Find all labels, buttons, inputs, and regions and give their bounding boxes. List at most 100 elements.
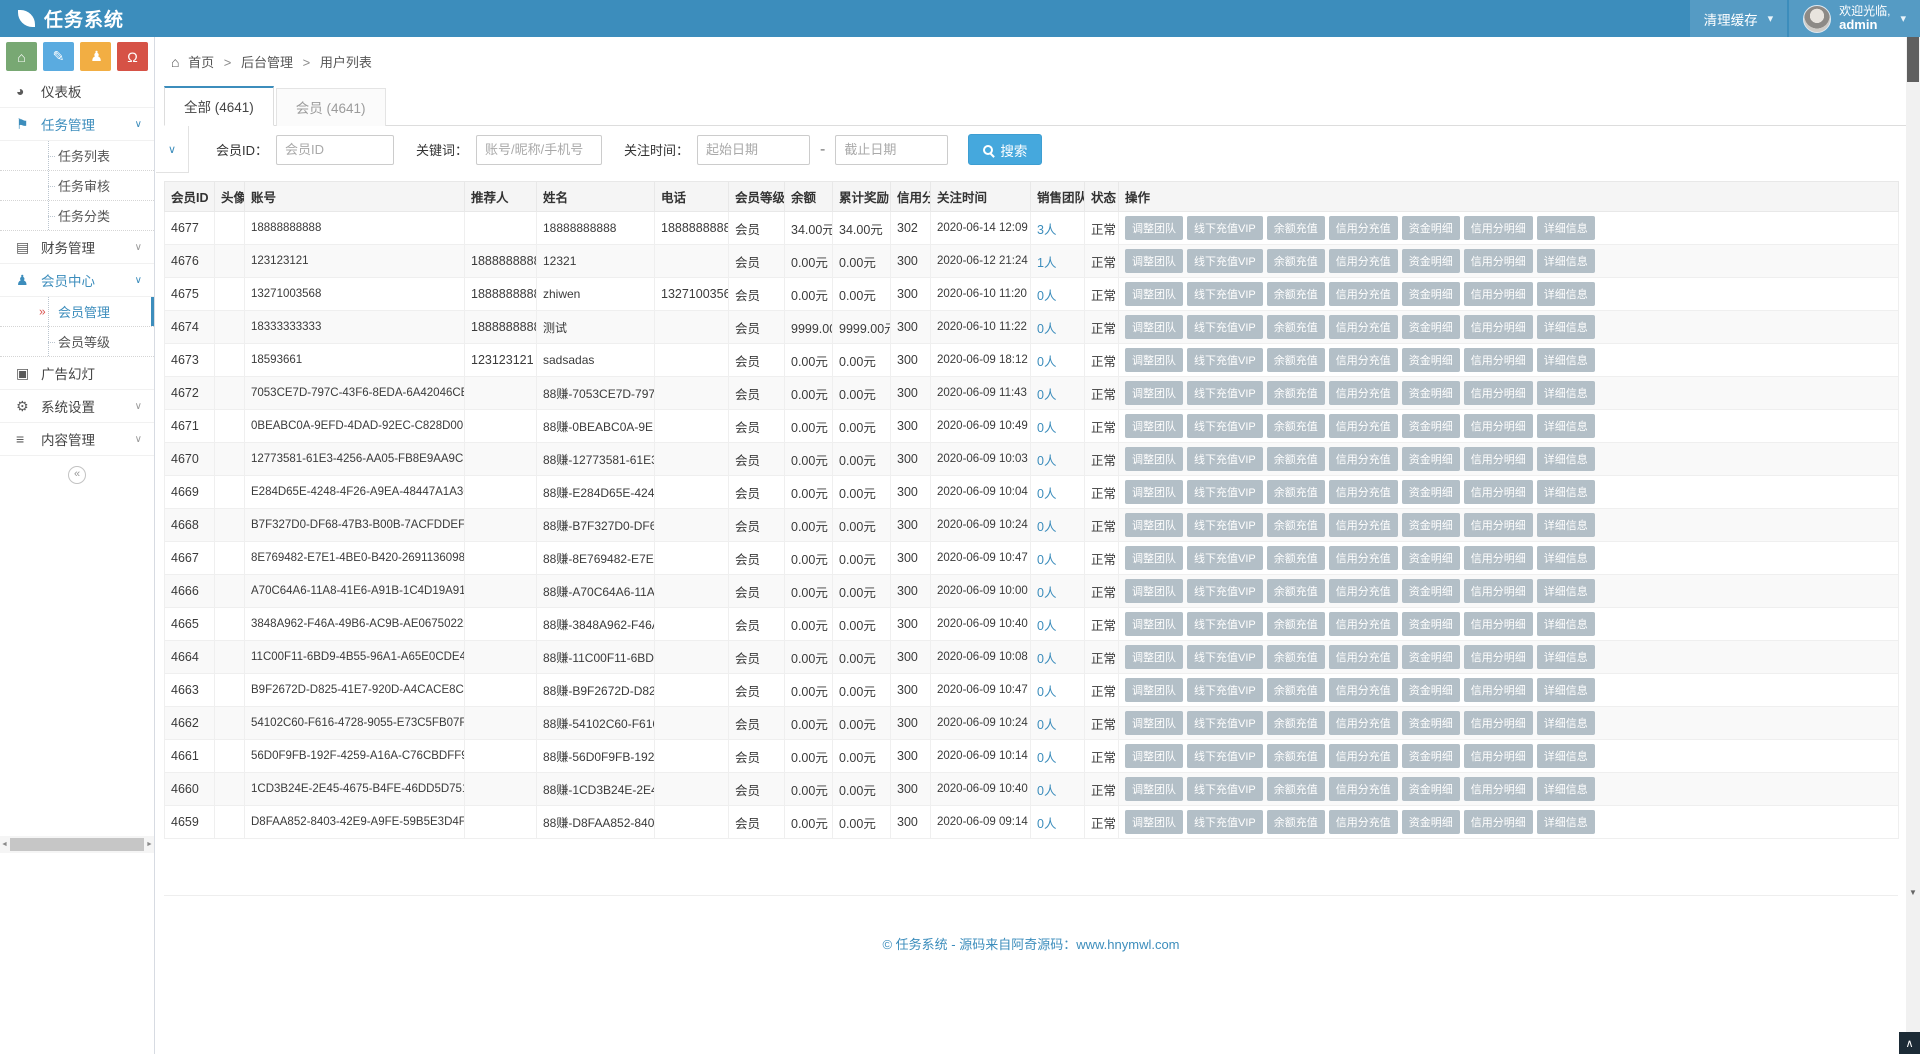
row-action-button[interactable]: 信用分充值 xyxy=(1329,315,1398,339)
row-action-button[interactable]: 信用分充值 xyxy=(1329,348,1398,372)
row-action-button[interactable]: 调整团队 xyxy=(1125,546,1183,570)
team-count-link[interactable]: 3人 xyxy=(1037,223,1056,237)
row-action-button[interactable]: 余额充值 xyxy=(1267,612,1325,636)
row-action-button[interactable]: 详细信息 xyxy=(1537,447,1595,471)
sidebar-item-member-center[interactable]: 会员中心 xyxy=(0,264,154,297)
row-action-button[interactable]: 详细信息 xyxy=(1537,810,1595,834)
team-count-link[interactable]: 0人 xyxy=(1037,685,1056,699)
user-menu-dropdown[interactable]: 欢迎光临, admin xyxy=(1789,0,1920,37)
row-action-button[interactable]: 资金明细 xyxy=(1402,348,1460,372)
row-action-button[interactable]: 资金明细 xyxy=(1402,447,1460,471)
home-icon[interactable] xyxy=(6,42,37,71)
row-action-button[interactable]: 信用分明细 xyxy=(1464,513,1533,537)
row-action-button[interactable]: 线下充值VIP xyxy=(1187,645,1263,669)
row-action-button[interactable]: 余额充值 xyxy=(1267,777,1325,801)
row-action-button[interactable]: 余额充值 xyxy=(1267,744,1325,768)
row-action-button[interactable]: 详细信息 xyxy=(1537,480,1595,504)
row-action-button[interactable]: 信用分明细 xyxy=(1464,282,1533,306)
row-action-button[interactable]: 详细信息 xyxy=(1537,744,1595,768)
row-action-button[interactable]: 调整团队 xyxy=(1125,348,1183,372)
row-action-button[interactable]: 详细信息 xyxy=(1537,513,1595,537)
row-action-button[interactable]: 详细信息 xyxy=(1537,546,1595,570)
row-action-button[interactable]: 信用分明细 xyxy=(1464,744,1533,768)
team-count-link[interactable]: 0人 xyxy=(1037,454,1056,468)
row-action-button[interactable]: 资金明细 xyxy=(1402,711,1460,735)
row-action-button[interactable]: 信用分充值 xyxy=(1329,513,1398,537)
row-action-button[interactable]: 详细信息 xyxy=(1537,612,1595,636)
sidebar-collapse-button[interactable] xyxy=(68,466,86,484)
row-action-button[interactable]: 线下充值VIP xyxy=(1187,513,1263,537)
row-action-button[interactable]: 信用分充值 xyxy=(1329,414,1398,438)
row-action-button[interactable]: 线下充值VIP xyxy=(1187,480,1263,504)
team-count-link[interactable]: 0人 xyxy=(1037,652,1056,666)
row-action-button[interactable]: 信用分明细 xyxy=(1464,678,1533,702)
row-action-button[interactable]: 详细信息 xyxy=(1537,282,1595,306)
footer-link[interactable]: www.hnymwl.com xyxy=(1076,937,1179,952)
row-action-button[interactable]: 信用分充值 xyxy=(1329,777,1398,801)
row-action-button[interactable]: 资金明细 xyxy=(1402,414,1460,438)
row-action-button[interactable]: 余额充值 xyxy=(1267,810,1325,834)
team-count-link[interactable]: 0人 xyxy=(1037,718,1056,732)
team-count-link[interactable]: 0人 xyxy=(1037,586,1056,600)
row-action-button[interactable]: 余额充值 xyxy=(1267,579,1325,603)
start-date-input[interactable] xyxy=(697,135,810,165)
vertical-scrollbar[interactable] xyxy=(1906,37,1920,1054)
row-action-button[interactable]: 线下充值VIP xyxy=(1187,348,1263,372)
sidebar-item-system-settings[interactable]: 系统设置 xyxy=(0,390,154,423)
row-action-button[interactable]: 信用分充值 xyxy=(1329,381,1398,405)
vertical-scrollbar-thumb[interactable] xyxy=(1907,37,1919,82)
row-action-button[interactable]: 资金明细 xyxy=(1402,579,1460,603)
row-action-button[interactable]: 余额充值 xyxy=(1267,678,1325,702)
row-action-button[interactable]: 调整团队 xyxy=(1125,711,1183,735)
row-action-button[interactable]: 资金明细 xyxy=(1402,744,1460,768)
sidebar-horizontal-scrollbar[interactable]: ◄ ► xyxy=(0,836,154,853)
pencil-icon[interactable] xyxy=(43,42,74,71)
sidebar-item-task-management[interactable]: 任务管理 xyxy=(0,108,154,141)
filter-collapse-toggle[interactable] xyxy=(156,126,189,173)
row-action-button[interactable]: 线下充值VIP xyxy=(1187,546,1263,570)
row-action-button[interactable]: 线下充值VIP xyxy=(1187,612,1263,636)
row-action-button[interactable]: 调整团队 xyxy=(1125,414,1183,438)
row-action-button[interactable]: 信用分明细 xyxy=(1464,249,1533,273)
clear-cache-dropdown[interactable]: 清理缓存 xyxy=(1690,0,1788,37)
row-action-button[interactable]: 调整团队 xyxy=(1125,579,1183,603)
row-action-button[interactable]: 线下充值VIP xyxy=(1187,579,1263,603)
breadcrumb-item-admin[interactable]: 后台管理 xyxy=(241,55,293,70)
row-action-button[interactable]: 调整团队 xyxy=(1125,513,1183,537)
row-action-button[interactable]: 调整团队 xyxy=(1125,249,1183,273)
row-action-button[interactable]: 余额充值 xyxy=(1267,381,1325,405)
scroll-down-arrow-icon[interactable] xyxy=(1906,888,1920,897)
row-action-button[interactable]: 调整团队 xyxy=(1125,447,1183,471)
row-action-button[interactable]: 详细信息 xyxy=(1537,315,1595,339)
row-action-button[interactable]: 资金明细 xyxy=(1402,249,1460,273)
tab-members[interactable]: 会员 (4641) xyxy=(276,88,386,126)
row-action-button[interactable]: 调整团队 xyxy=(1125,480,1183,504)
row-action-button[interactable]: 调整团队 xyxy=(1125,678,1183,702)
row-action-button[interactable]: 信用分明细 xyxy=(1464,612,1533,636)
row-action-button[interactable]: 调整团队 xyxy=(1125,282,1183,306)
row-action-button[interactable]: 资金明细 xyxy=(1402,381,1460,405)
back-to-top-button[interactable] xyxy=(1899,1032,1920,1054)
row-action-button[interactable]: 详细信息 xyxy=(1537,711,1595,735)
row-action-button[interactable]: 信用分明细 xyxy=(1464,480,1533,504)
scroll-right-arrow-icon[interactable]: ► xyxy=(145,841,154,848)
row-action-button[interactable]: 线下充值VIP xyxy=(1187,447,1263,471)
team-count-link[interactable]: 0人 xyxy=(1037,619,1056,633)
row-action-button[interactable]: 线下充值VIP xyxy=(1187,414,1263,438)
team-count-link[interactable]: 0人 xyxy=(1037,520,1056,534)
row-action-button[interactable]: 资金明细 xyxy=(1402,612,1460,636)
team-count-link[interactable]: 0人 xyxy=(1037,553,1056,567)
row-action-button[interactable]: 余额充值 xyxy=(1267,414,1325,438)
row-action-button[interactable]: 详细信息 xyxy=(1537,414,1595,438)
row-action-button[interactable]: 详细信息 xyxy=(1537,381,1595,405)
row-action-button[interactable]: 信用分明细 xyxy=(1464,414,1533,438)
row-action-button[interactable]: 信用分充值 xyxy=(1329,480,1398,504)
sidebar-item-task-list[interactable]: 任务列表 xyxy=(0,141,154,171)
row-action-button[interactable]: 信用分明细 xyxy=(1464,579,1533,603)
end-date-input[interactable] xyxy=(835,135,948,165)
row-action-button[interactable]: 信用分明细 xyxy=(1464,645,1533,669)
row-action-button[interactable]: 余额充值 xyxy=(1267,711,1325,735)
bell-icon[interactable] xyxy=(117,42,148,71)
row-action-button[interactable]: 资金明细 xyxy=(1402,810,1460,834)
row-action-button[interactable]: 资金明细 xyxy=(1402,513,1460,537)
